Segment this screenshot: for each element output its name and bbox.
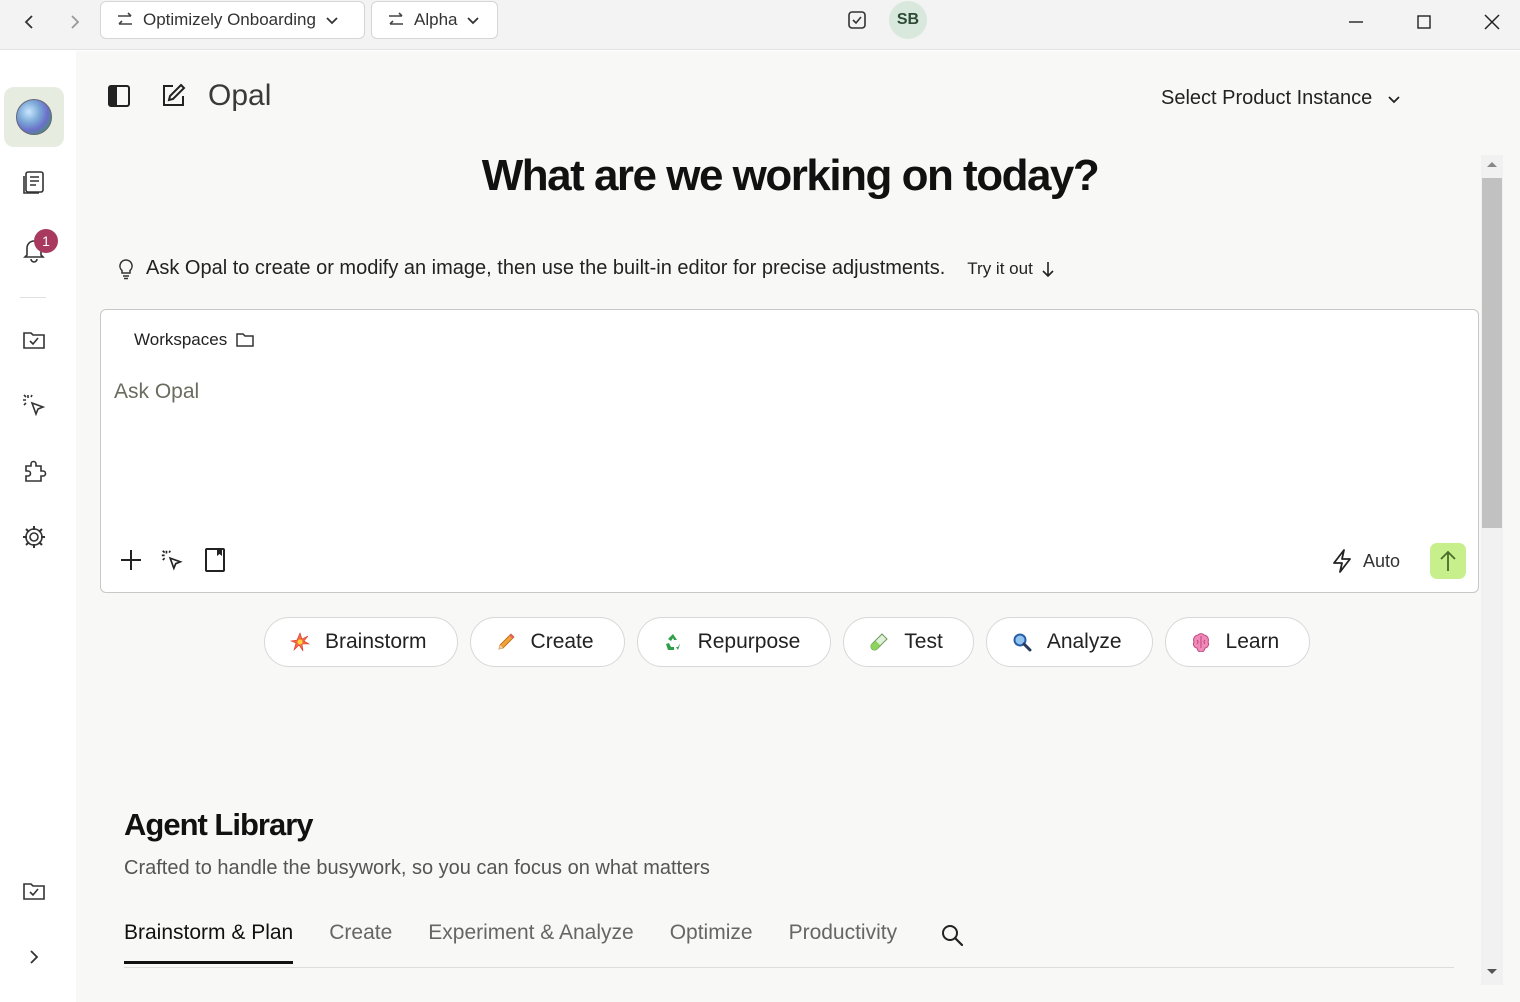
test-tube-emoji-icon (868, 631, 890, 653)
scroll-down-arrow-icon[interactable] (1485, 967, 1499, 977)
switch-icon (118, 12, 132, 25)
recycle-emoji-icon (662, 631, 684, 653)
magnifier-emoji-icon (1011, 631, 1033, 653)
documents-icon[interactable] (10, 158, 58, 206)
add-plus-icon[interactable] (117, 546, 145, 574)
quick-action-chips: Brainstorm Create Repurpose Test Analyze (264, 617, 1311, 667)
switch-icon (389, 12, 403, 25)
forward-icon[interactable] (62, 10, 86, 34)
tasks-check-icon[interactable] (845, 8, 869, 32)
main-panel: Opal Select Product Instance What are we… (76, 51, 1520, 1002)
chip-test[interactable]: Test (843, 617, 974, 667)
env-selector-label: Alpha (414, 10, 458, 29)
chip-brainstorm[interactable]: Brainstorm (264, 617, 458, 667)
arrow-down-icon (1042, 261, 1054, 277)
left-rail: 1 (0, 51, 76, 1002)
expand-chevron-icon[interactable] (10, 933, 58, 981)
env-selector[interactable]: Alpha (371, 1, 498, 39)
folder-icon (236, 333, 254, 347)
chevron-down-icon (1388, 95, 1400, 103)
close-icon[interactable] (1478, 8, 1506, 36)
prompt-composer[interactable]: Workspaces Ask Opal Auto (100, 309, 1479, 593)
org-selector[interactable]: Optimizely Onboarding (100, 1, 365, 39)
lightning-icon (1333, 549, 1351, 573)
scrollbar-thumb[interactable] (1482, 178, 1502, 528)
pencil-emoji-icon (495, 631, 517, 653)
arrow-up-icon (1440, 550, 1456, 571)
product-instance-label: Select Product Instance (1161, 87, 1373, 109)
chip-repurpose[interactable]: Repurpose (636, 617, 832, 667)
mode-auto-label: Auto (1363, 550, 1401, 571)
app-title: Opal (208, 79, 272, 112)
tabs-divider (124, 967, 1454, 968)
new-chat-edit-icon[interactable] (158, 81, 188, 111)
back-icon[interactable] (18, 10, 42, 34)
bookmark-tablet-icon[interactable] (201, 546, 229, 574)
user-avatar[interactable]: SB (889, 1, 927, 39)
product-instance-selector[interactable]: Select Product Instance (1161, 87, 1402, 110)
chip-label: Brainstorm (325, 630, 427, 653)
agent-library-subtitle: Crafted to handle the busywork, so you c… (124, 857, 710, 879)
tip-text: Ask Opal to create or modify an image, t… (146, 257, 946, 279)
home-button[interactable] (4, 87, 64, 147)
globe-logo-icon (16, 99, 52, 135)
cursor-click-icon[interactable] (10, 381, 58, 429)
notification-count-badge: 1 (34, 229, 58, 253)
chevron-down-icon (326, 17, 338, 25)
ask-opal-input[interactable]: Ask Opal (114, 380, 199, 404)
agent-library-title: Agent Library (124, 807, 314, 842)
title-bar: Optimizely Onboarding Alpha SB (0, 0, 1520, 50)
tip-row: Ask Opal to create or modify an image, t… (116, 257, 1055, 280)
workspaces-button[interactable]: Workspaces (134, 330, 255, 350)
tab-experiment-analyze[interactable]: Experiment & Analyze (428, 921, 633, 964)
folder-check-bottom-icon[interactable] (10, 867, 58, 915)
rail-divider (20, 297, 46, 298)
library-tabs: Brainstorm & Plan Create Experiment & An… (124, 921, 965, 964)
chip-create[interactable]: Create (469, 617, 625, 667)
maximize-icon[interactable] (1410, 8, 1438, 36)
org-selector-label: Optimizely Onboarding (143, 10, 316, 29)
chevron-down-icon (467, 17, 480, 25)
tab-productivity[interactable]: Productivity (789, 921, 898, 964)
chip-learn[interactable]: Learn (1164, 617, 1311, 667)
try-it-out-label: Try it out (967, 258, 1033, 278)
hero-heading: What are we working on today? (481, 151, 1100, 200)
chip-label: Test (904, 630, 943, 653)
mode-auto-button[interactable]: Auto (1331, 548, 1400, 574)
settings-gear-icon[interactable] (10, 513, 58, 561)
chip-analyze[interactable]: Analyze (985, 617, 1153, 667)
minimize-icon[interactable] (1342, 8, 1370, 36)
search-icon[interactable] (939, 922, 965, 948)
lightbulb-icon (119, 258, 133, 279)
chip-label: Analyze (1046, 630, 1122, 653)
tab-brainstorm-plan[interactable]: Brainstorm & Plan (124, 921, 294, 964)
chip-label: Create (530, 630, 594, 653)
cursor-click-tool-icon[interactable] (158, 546, 186, 574)
folder-check-icon[interactable] (10, 316, 58, 364)
send-button[interactable] (1430, 543, 1466, 579)
brain-emoji-icon (1190, 631, 1212, 653)
tab-create[interactable]: Create (329, 921, 392, 964)
sidebar-toggle-icon[interactable] (104, 81, 134, 111)
collision-emoji-icon (289, 631, 311, 653)
chip-label: Repurpose (697, 630, 801, 653)
tab-optimize[interactable]: Optimize (670, 921, 753, 964)
puzzle-icon[interactable] (10, 447, 58, 495)
workspaces-label: Workspaces (134, 330, 228, 349)
try-it-out-link[interactable]: Try it out (967, 259, 1055, 279)
chip-label: Learn (1225, 630, 1280, 653)
